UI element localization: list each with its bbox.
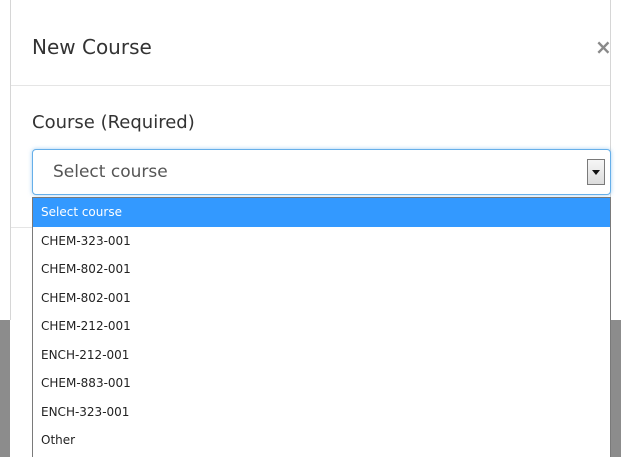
dropdown-arrow-button[interactable] <box>587 159 605 185</box>
dropdown-option-select-course[interactable]: Select course <box>33 198 610 227</box>
chevron-down-icon <box>592 170 600 175</box>
dropdown-option-chem-212-001[interactable]: CHEM-212-001 <box>33 312 610 341</box>
close-icon[interactable]: × <box>595 36 612 58</box>
modal-backdrop-right[interactable] <box>611 320 621 457</box>
dropdown-option-chem-802-001-b[interactable]: CHEM-802-001 <box>33 284 610 313</box>
dropdown-option-ench-212-001[interactable]: ENCH-212-001 <box>33 341 610 370</box>
page: New Course × Course (Required) Select co… <box>0 0 621 457</box>
course-select-value: Select course <box>53 162 168 182</box>
course-dropdown-list[interactable]: Select course CHEM-323-001 CHEM-802-001 … <box>32 197 611 457</box>
course-field-label: Course (Required) <box>32 112 195 133</box>
dropdown-option-chem-802-001[interactable]: CHEM-802-001 <box>33 255 610 284</box>
modal-header: New Course × <box>11 0 612 86</box>
modal-title: New Course <box>32 35 152 59</box>
dropdown-option-chem-323-001[interactable]: CHEM-323-001 <box>33 227 610 256</box>
modal-backdrop-left[interactable] <box>0 320 10 457</box>
course-select[interactable]: Select course <box>32 149 611 195</box>
dropdown-option-ench-323-001[interactable]: ENCH-323-001 <box>33 398 610 427</box>
dropdown-option-other[interactable]: Other <box>33 426 610 455</box>
dropdown-option-chem-883-001[interactable]: CHEM-883-001 <box>33 369 610 398</box>
